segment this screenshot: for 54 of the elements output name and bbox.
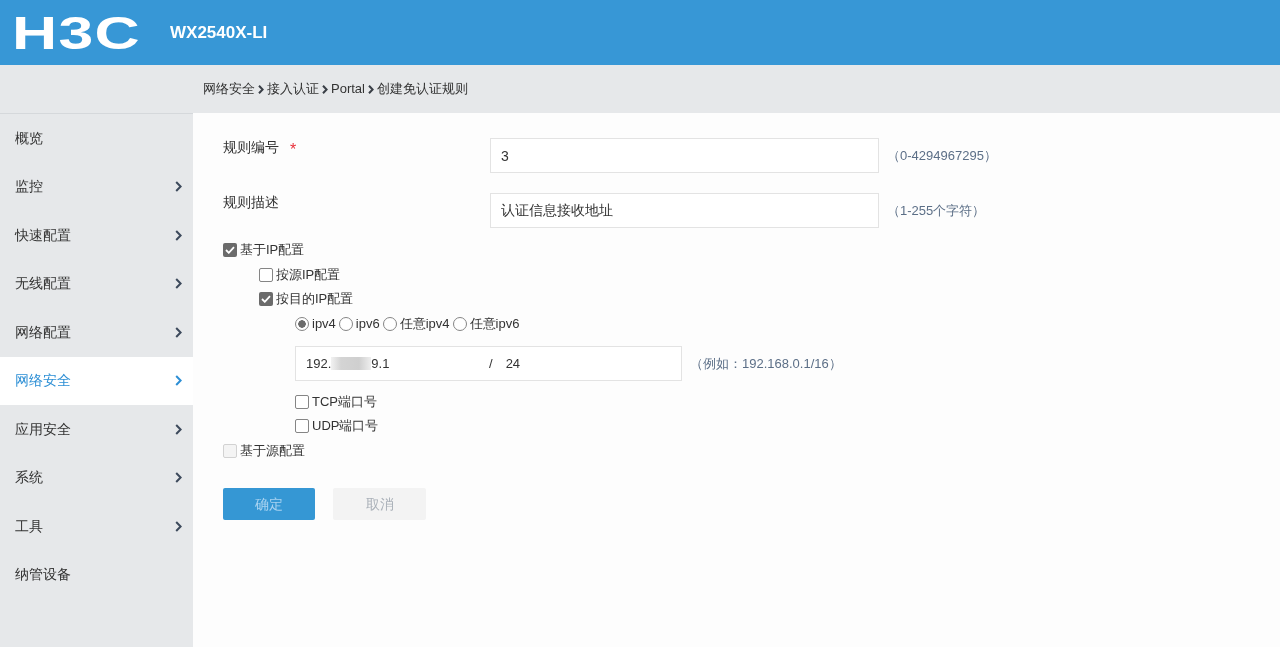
- radio-button[interactable]: [338, 316, 353, 331]
- checkbox[interactable]: [295, 419, 309, 434]
- ip-address-field[interactable]: 192. 9.1 / 24: [295, 346, 682, 381]
- checkbox-label: 按源IP配置: [276, 266, 341, 283]
- sidebar-item[interactable]: 应用安全: [0, 405, 193, 454]
- checkbox[interactable]: [259, 267, 273, 282]
- radio-button[interactable]: [382, 316, 397, 331]
- sidebar-item[interactable]: 网络安全: [0, 356, 193, 405]
- radio-button[interactable]: [452, 316, 467, 331]
- checkbox[interactable]: [259, 292, 273, 307]
- device-model-title: WX2540X-LI: [170, 22, 268, 43]
- field-label: 规则编号: [223, 138, 279, 156]
- required-mark: *: [290, 141, 297, 159]
- radio-button[interactable]: [295, 316, 309, 331]
- checkmark-icon: [225, 246, 235, 255]
- checkbox[interactable]: [223, 243, 237, 258]
- ip-address-text: 192.: [306, 354, 332, 373]
- prefix-length-text: 24: [505, 354, 521, 373]
- chevron-right-icon: [258, 84, 264, 94]
- breadcrumb-link[interactable]: 创建免认证规则: [376, 80, 468, 98]
- chevron-right-icon: [367, 84, 374, 94]
- checkbox-label: 基于源配置: [240, 442, 305, 459]
- radio-label: 任意ipv4: [399, 315, 450, 332]
- sidebar-item[interactable]: 概览: [0, 114, 193, 163]
- prefix-separator: /: [489, 354, 493, 373]
- checkbox-label: UDP端口号: [312, 418, 379, 435]
- field-label: 规则描述: [223, 193, 279, 211]
- sidebar-item[interactable]: 快速配置: [0, 211, 193, 260]
- example-hint: （例如：192.168.0.1/16）: [690, 354, 842, 373]
- sidebar-item[interactable]: 监控: [0, 162, 193, 211]
- range-hint: （0-4294967295）: [887, 147, 997, 165]
- checkbox-label: 基于IP配置: [240, 242, 305, 259]
- ip-address-text: 9.1: [371, 354, 390, 373]
- sidebar-item[interactable]: 网络配置: [0, 308, 193, 357]
- sidebar-item[interactable]: 工具: [0, 502, 193, 551]
- breadcrumb-link[interactable]: 接入认证: [267, 80, 319, 98]
- chevron-right-icon: [322, 84, 328, 94]
- text-input[interactable]: 3: [490, 138, 879, 173]
- sidebar-item[interactable]: 系统: [0, 453, 193, 502]
- radio-label: ipv6: [355, 315, 380, 332]
- checkbox-label: 按目的IP配置: [276, 291, 354, 308]
- sidebar-item[interactable]: 无线配置: [0, 259, 193, 308]
- breadcrumb-link[interactable]: Portal: [331, 80, 365, 98]
- range-hint: （1-255个字符）: [887, 202, 986, 220]
- breadcrumb-link[interactable]: 网络安全: [203, 80, 255, 98]
- checkbox-label: TCP端口号: [312, 393, 377, 410]
- radio-label: ipv4: [312, 315, 336, 332]
- text-input[interactable]: 认证信息接收地址: [490, 193, 879, 228]
- radio-label: 任意ipv6: [469, 315, 520, 332]
- checkmark-icon: [261, 295, 271, 304]
- blurred-redaction: [331, 357, 372, 370]
- sidebar-item[interactable]: 纳管设备: [0, 550, 193, 599]
- checkbox[interactable]: [295, 394, 309, 409]
- brand-logo: H3C: [12, 14, 142, 51]
